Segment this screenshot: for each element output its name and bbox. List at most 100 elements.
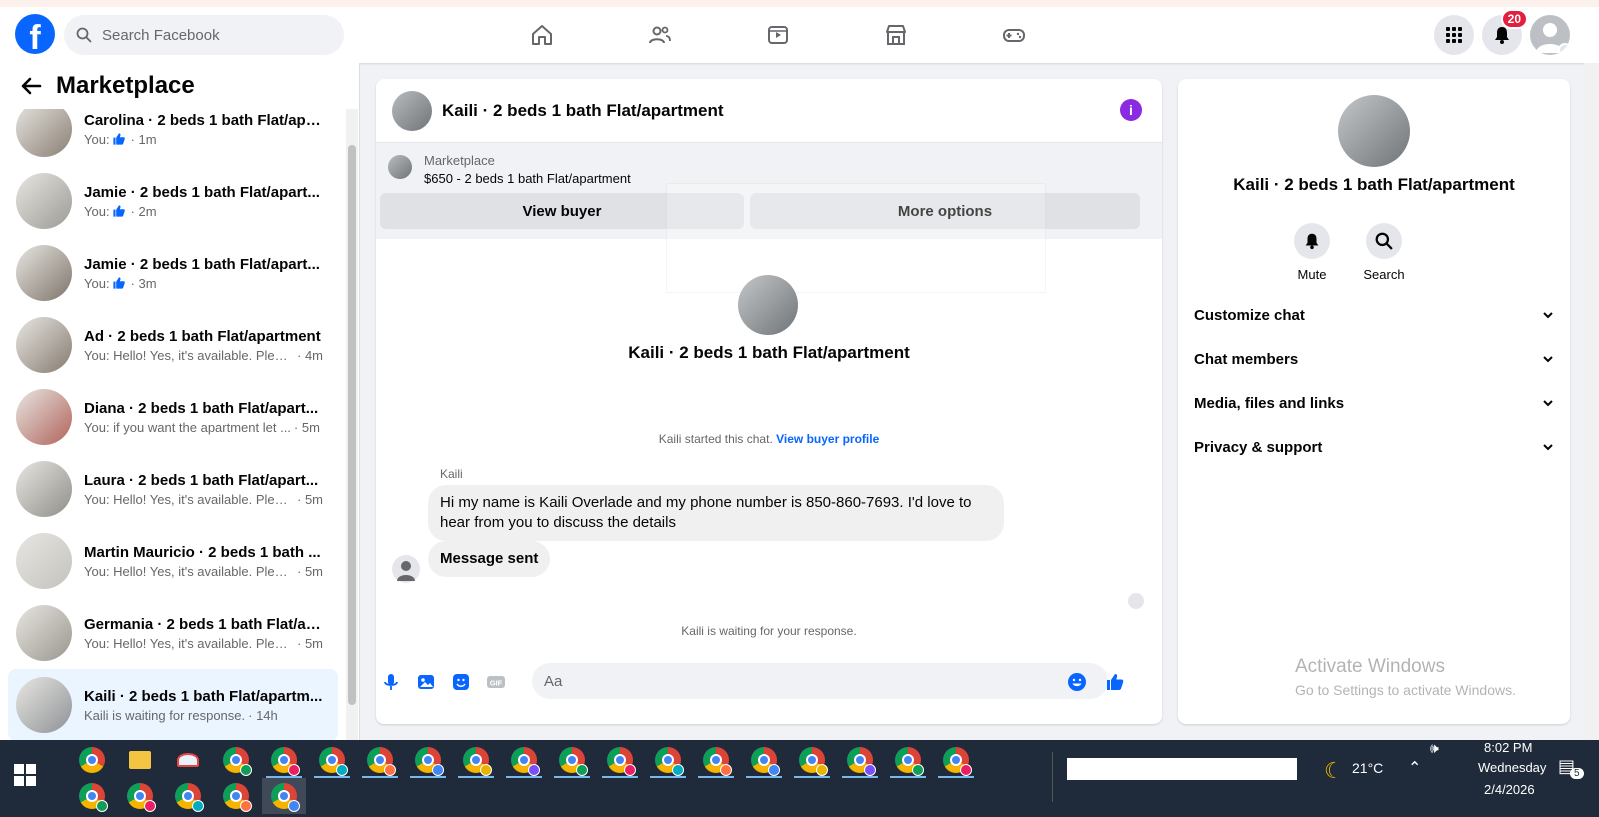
conversation-thumbnail (16, 173, 72, 229)
conversation-name: Diana · 2 beds 1 bath Flat/apart... (84, 399, 319, 417)
taskbar-app[interactable] (262, 742, 306, 778)
profile-dot (192, 800, 204, 812)
conversation-preview: You: Hello! Yes, it's available. Pleas..… (84, 348, 324, 363)
conversation-item[interactable]: Martin Mauricio · 2 beds 1 bath ... You: … (8, 525, 338, 597)
conversation-text: Kaili · 2 beds 1 bath Flat/apartm... Kail… (84, 688, 324, 723)
taskbar-app[interactable] (406, 742, 450, 778)
sidebar-scrollbar[interactable] (346, 109, 358, 740)
marketplace-icon[interactable] (882, 21, 910, 49)
taskbar-app[interactable] (166, 778, 210, 814)
section-label: Chat members (1194, 350, 1299, 368)
friends-icon[interactable] (646, 21, 674, 49)
profile-dot (480, 764, 492, 776)
mute-button[interactable]: Mute (1282, 223, 1342, 282)
video-icon[interactable] (764, 21, 792, 49)
search-icon (76, 27, 92, 43)
message-input[interactable] (532, 663, 1108, 699)
taskbar-app[interactable] (70, 778, 114, 814)
conversation-item[interactable]: Kaili · 2 beds 1 bath Flat/apartm... Kail… (8, 669, 338, 740)
info-icon[interactable]: i (1120, 99, 1142, 121)
emoji-icon[interactable] (1066, 671, 1088, 693)
chrome-icon (127, 783, 156, 812)
sidebar-scroll-thumb[interactable] (348, 145, 356, 705)
thumbs-up-icon[interactable] (1104, 671, 1126, 693)
profile-dot (912, 764, 924, 776)
taskbar-app[interactable] (358, 742, 402, 778)
conversation-item[interactable]: Diana · 2 beds 1 bath Flat/apart... You: … (8, 381, 338, 453)
conversation-name: Jamie · 2 beds 1 bath Flat/apart... (84, 255, 320, 273)
chrome-icon (559, 747, 588, 776)
search-chat-button[interactable]: Search (1354, 223, 1414, 282)
windows-taskbar: ☾ 21°C ⌃ 🕪 8:02 PM Wednesday 2/4/2026 ▤ … (0, 740, 1599, 817)
taskbar-app[interactable] (934, 742, 978, 778)
account-avatar[interactable] (1530, 15, 1570, 55)
section-label: Media, files and links (1194, 394, 1345, 412)
conversation-name: Kaili · 2 beds 1 bath Flat/apartm... (84, 687, 323, 705)
conversation-preview: You: Hello! Yes, it's available. Pleas..… (84, 636, 324, 651)
home-icon[interactable] (528, 21, 556, 49)
conversation-thumbnail (16, 245, 72, 301)
taskbar-app[interactable] (262, 778, 306, 814)
conversation-item[interactable]: Jamie · 2 beds 1 bath Flat/apart... You: ·… (8, 237, 338, 309)
sticker-icon[interactable] (450, 671, 472, 693)
taskbar-app[interactable] (598, 742, 642, 778)
facebook-logo[interactable]: f (15, 14, 55, 54)
clock-time[interactable]: 8:02 PM (1484, 740, 1532, 755)
page-title: Marketplace (56, 72, 195, 99)
back-arrow-icon[interactable] (20, 75, 42, 97)
chevron-down-icon (1543, 356, 1553, 363)
conversation-thumbnail (16, 461, 72, 517)
taskbar-app[interactable] (502, 742, 546, 778)
windows-start-icon[interactable] (14, 764, 36, 786)
chat-members-section[interactable]: Chat members (1194, 341, 1554, 377)
taskbar-app[interactable] (118, 742, 162, 778)
search-bar[interactable]: Search Facebook (64, 15, 344, 55)
conversation-name: Martin Mauricio · 2 beds 1 bath ... (84, 543, 321, 561)
taskbar-app[interactable] (742, 742, 786, 778)
profile-dot (816, 764, 828, 776)
conversation-snippet: You: Hello! Yes, it's available. Pleas..… (84, 491, 294, 507)
taskbar-address-box[interactable] (1067, 758, 1297, 780)
taskbar-app[interactable] (550, 742, 594, 778)
speaker-icon[interactable]: 🕪 (1430, 740, 1439, 757)
gif-icon[interactable]: GIF (485, 671, 507, 693)
profile-dot (576, 764, 588, 776)
sidebar-header: Marketplace (0, 63, 345, 109)
taskbar-app[interactable] (310, 742, 354, 778)
gaming-icon[interactable] (1000, 21, 1028, 49)
buyer-avatar[interactable] (392, 555, 420, 583)
taskbar-app[interactable] (166, 742, 210, 778)
listing-price: $650 - 2 beds 1 bath Flat/apartment (424, 171, 631, 186)
taskbar-app[interactable] (646, 742, 690, 778)
search-placeholder: Search Facebook (102, 26, 220, 44)
menu-grid-button[interactable] (1434, 15, 1474, 55)
taskbar-app[interactable] (886, 742, 930, 778)
conversation-item[interactable]: Laura · 2 beds 1 bath Flat/apart... You: … (8, 453, 338, 525)
notifications-button[interactable]: 20 (1482, 9, 1528, 55)
taskbar-app[interactable] (118, 778, 162, 814)
chevron-down-icon (1543, 400, 1553, 407)
taskbar-app[interactable] (694, 742, 738, 778)
conversation-item[interactable]: Germania · 2 beds 1 bath Flat/ap... You: … (8, 597, 338, 669)
view-buyer-profile-link[interactable]: View buyer profile (776, 432, 879, 446)
search-icon (1375, 232, 1393, 250)
chat-header-thumbnail[interactable] (392, 90, 432, 131)
conversation-snippet: Kaili is waiting for response. (84, 707, 246, 723)
chrome-icon (271, 783, 300, 812)
privacy-support-section[interactable]: Privacy & support (1194, 429, 1554, 465)
thumbs-up-icon (112, 204, 125, 217)
page-scrollbar[interactable] (1584, 63, 1599, 740)
conversation-item[interactable]: Jamie · 2 beds 1 bath Flat/apart... You: ·… (8, 165, 338, 237)
chevron-up-icon[interactable]: ⌃ (1408, 758, 1421, 778)
taskbar-app[interactable] (214, 778, 258, 814)
taskbar-app[interactable] (454, 742, 498, 778)
taskbar-app[interactable] (838, 742, 882, 778)
taskbar-app[interactable] (70, 742, 114, 778)
conversation-item[interactable]: Ad · 2 beds 1 bath Flat/apartment You: He… (8, 309, 338, 381)
media-files-links-section[interactable]: Media, files and links (1194, 385, 1554, 421)
taskbar-app[interactable] (214, 742, 258, 778)
taskbar-app[interactable] (790, 742, 834, 778)
microphone-icon[interactable] (380, 671, 402, 693)
customize-chat-section[interactable]: Customize chat (1194, 297, 1554, 333)
photo-icon[interactable] (415, 671, 437, 693)
